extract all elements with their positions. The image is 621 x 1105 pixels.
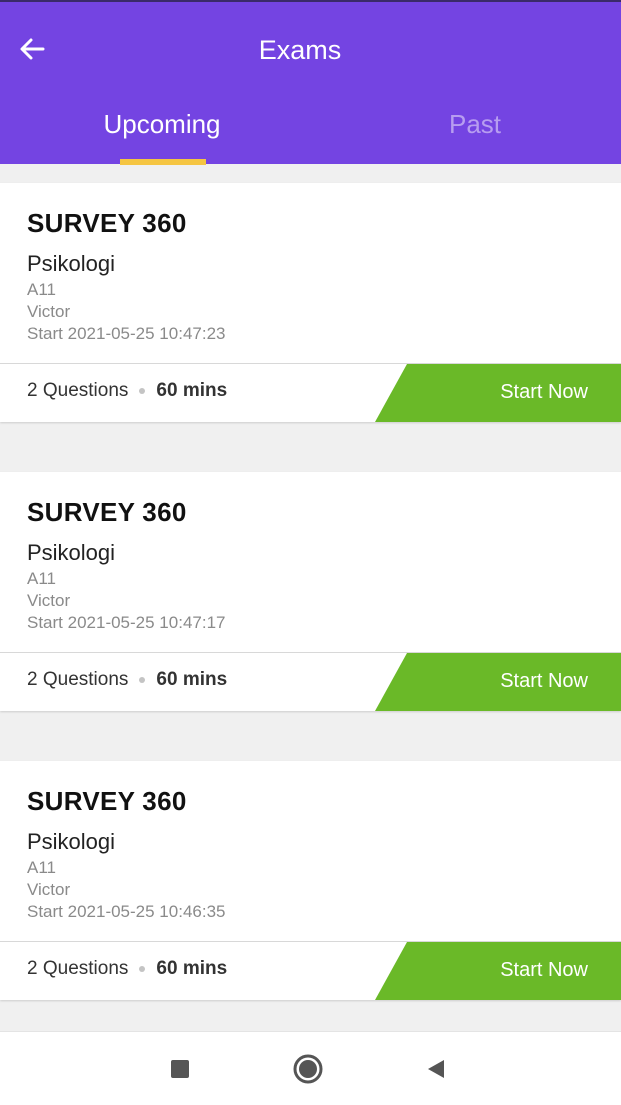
exam-title: SURVEY 360 [27,497,187,527]
exam-card: SURVEY 360 Psikologi A11 Victor Start 20… [0,183,621,422]
start-now-label: Start Now [500,381,588,403]
exam-subject: Psikologi [27,251,116,276]
exam-card-footer: 2 Questions 60 mins Start Now [0,363,621,422]
exam-subject: Psikologi [27,540,116,565]
exam-card: SURVEY 360 Psikologi A11 Victor Start 20… [0,761,621,1000]
tab-upcoming[interactable]: Upcoming [7,106,317,142]
exam-duration: 60 mins [156,669,228,690]
recents-button[interactable] [163,1052,197,1086]
exam-title: SURVEY 360 [27,786,187,816]
exam-info: 2 Questions 60 mins [27,958,227,980]
exam-owner: Victor [27,880,71,899]
separator-dot [139,677,146,683]
triangle-back-icon [428,1060,444,1078]
exam-start-time: Start 2021-05-25 10:47:23 [27,324,226,343]
exam-card-body[interactable]: SURVEY 360 Psikologi A11 Victor Start 20… [0,472,621,652]
exam-code: A11 [27,280,56,299]
home-button[interactable] [291,1052,325,1086]
start-now-label: Start Now [500,670,588,692]
start-now-button[interactable]: Start Now [375,653,621,711]
exam-duration: 60 mins [156,380,228,401]
exam-owner: Victor [27,302,71,321]
start-now-label: Start Now [500,959,588,981]
page-title: Exams [258,35,342,65]
exam-card-footer: 2 Questions 60 mins Start Now [0,941,621,1000]
exam-info: 2 Questions 60 mins [27,669,227,691]
start-now-button[interactable]: Start Now [375,364,621,422]
exam-code: A11 [27,569,56,588]
circle-home-icon [293,1054,323,1084]
question-count: 2 Questions [27,380,129,401]
separator-dot [139,966,146,972]
question-count: 2 Questions [27,669,129,690]
app-bar: Exams Upcoming Past [0,0,621,165]
question-count: 2 Questions [27,958,129,979]
active-tab-indicator [120,159,206,165]
exam-owner: Victor [27,591,71,610]
system-nav-bar [0,1031,621,1105]
exam-card-body[interactable]: SURVEY 360 Psikologi A11 Victor Start 20… [0,183,621,363]
exam-subject: Psikologi [27,829,116,854]
exam-card-footer: 2 Questions 60 mins Start Now [0,652,621,711]
separator-dot [139,388,146,394]
exam-duration: 60 mins [156,958,228,979]
exam-card: SURVEY 360 Psikologi A11 Victor Start 20… [0,472,621,711]
system-back-button[interactable] [419,1052,453,1086]
exam-info: 2 Questions 60 mins [27,380,227,402]
tab-past[interactable]: Past [320,106,621,142]
exam-start-time: Start 2021-05-25 10:47:17 [27,613,226,632]
start-now-button[interactable]: Start Now [375,942,621,1000]
exam-start-time: Start 2021-05-25 10:46:35 [27,902,226,921]
exam-code: A11 [27,858,56,877]
exam-title: SURVEY 360 [27,208,187,238]
square-recents-icon [171,1060,189,1078]
exam-card-body[interactable]: SURVEY 360 Psikologi A11 Victor Start 20… [0,761,621,941]
